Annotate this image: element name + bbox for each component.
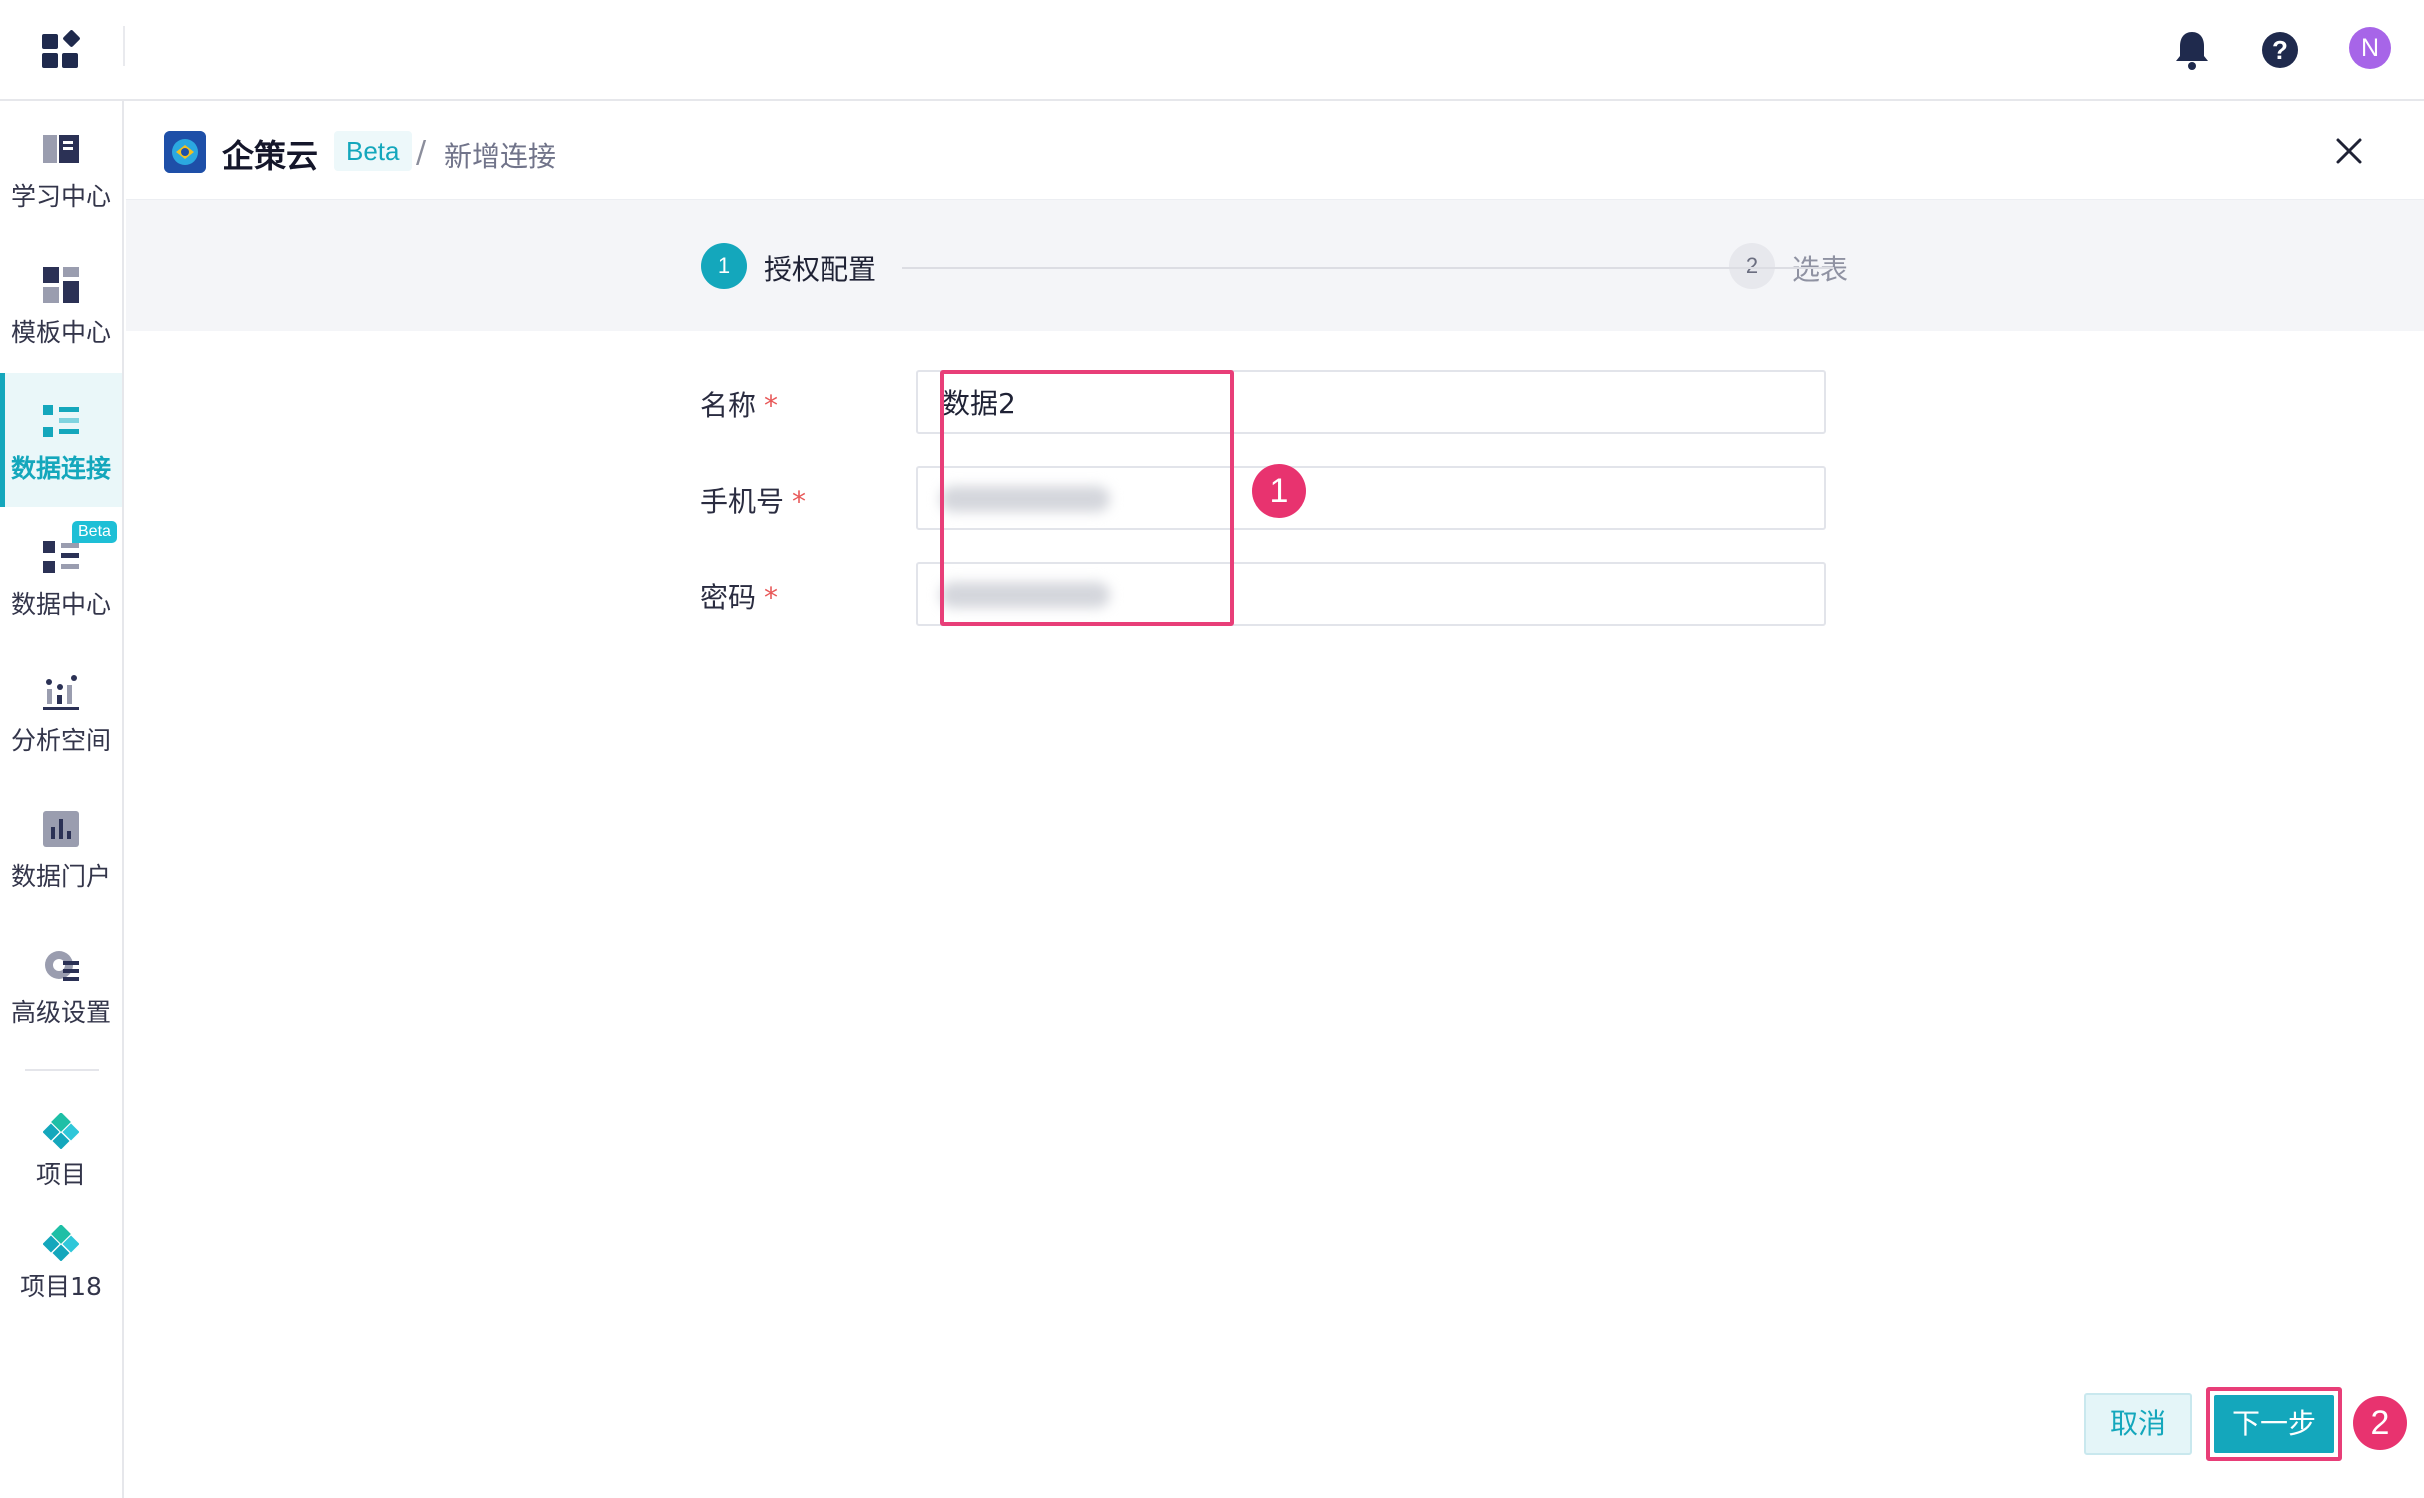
project-diamond-icon [43,1113,79,1149]
sidebar-item-label: 数据连接 [10,454,111,483]
annotation-marker: 2 [2353,1396,2407,1450]
sidebar-item-data-center[interactable]: Beta 数据中心 [0,509,122,643]
field-label: 手机号 * [700,485,807,518]
annotation-highlight-box [940,370,1234,626]
next-step-button[interactable]: 下一步 [2214,1395,2334,1453]
svg-text:?: ? [2272,35,2288,65]
form-row-password: 密码 * [700,562,1976,626]
step-label: 授权配置 [764,253,877,286]
sidebar-project-item[interactable]: 项目18 [0,1225,122,1335]
sidebar-item-label: 分析空间 [10,726,111,755]
help-icon[interactable]: ? [2260,28,2300,72]
data-connect-icon [43,405,79,437]
sidebar-project-item[interactable]: 项目 [0,1113,122,1223]
sidebar-divider [25,1069,99,1071]
breadcrumb: 企策云 Beta / 新增连接 [126,101,2424,200]
project-diamond-icon [43,1225,79,1261]
sidebar-item-label: 高级设置 [10,998,111,1027]
step-connector [902,267,1834,269]
step-number: 1 [701,243,747,289]
breadcrumb-separator: / [416,135,427,170]
topbar-divider [123,26,125,66]
sidebar-item-label: 学习中心 [10,182,111,211]
required-mark: * [792,485,807,518]
beta-badge: Beta [334,131,412,171]
analysis-icon [43,675,79,710]
sidebar-item-label: 项目18 [20,1272,102,1301]
app-grid-icon[interactable] [40,30,86,70]
annotation-marker: 1 [1252,464,1306,518]
required-mark: * [764,581,779,614]
book-icon [43,135,79,163]
sidebar-item-learning[interactable]: 学习中心 [0,101,122,235]
bell-icon[interactable] [2172,28,2212,72]
sidebar-item-analysis[interactable]: 分析空间 [0,645,122,779]
brand-name: 企策云 [222,137,319,175]
template-icon [43,267,79,303]
close-icon[interactable] [2333,135,2365,167]
main-panel: 企策云 Beta / 新增连接 1 授权配置 2 选表 名称* 手机号* 密码* [126,101,2424,1498]
sidebar-item-label: 模板中心 [10,318,111,347]
sidebar-item-templates[interactable]: 模板中心 [0,237,122,371]
top-bar: ? N [0,0,2424,101]
field-label: 名称 * [700,389,779,422]
sidebar-item-advanced-settings[interactable]: 高级设置 [0,917,122,1051]
sidebar-item-data-connect[interactable]: 数据连接 [0,373,122,507]
form-row-name: 名称 * [700,370,1976,434]
avatar[interactable]: N [2349,27,2391,69]
steps-bar: 1 授权配置 2 选表 [126,200,2424,331]
sidebar-item-label: 数据门户 [10,862,111,891]
brand-logo-icon [164,131,206,173]
sidebar-item-label: 数据中心 [10,590,111,619]
sidebar: 学习中心 模板中心 数据连接 Beta 数据中心 分析空间 数据门户 高级设置 … [0,101,124,1498]
settings-gear-icon [45,951,79,981]
breadcrumb-current: 新增连接 [444,140,557,173]
sidebar-item-label: 项目 [35,1160,86,1189]
form-row-phone: 手机号 * [700,466,1976,530]
data-center-icon [43,541,79,573]
required-mark: * [764,389,779,422]
step-number: 2 [1729,243,1775,289]
field-label: 密码 * [700,581,779,614]
portal-icon [43,811,79,847]
cancel-button[interactable]: 取消 [2084,1393,2192,1455]
sidebar-item-portal[interactable]: 数据门户 [0,781,122,915]
